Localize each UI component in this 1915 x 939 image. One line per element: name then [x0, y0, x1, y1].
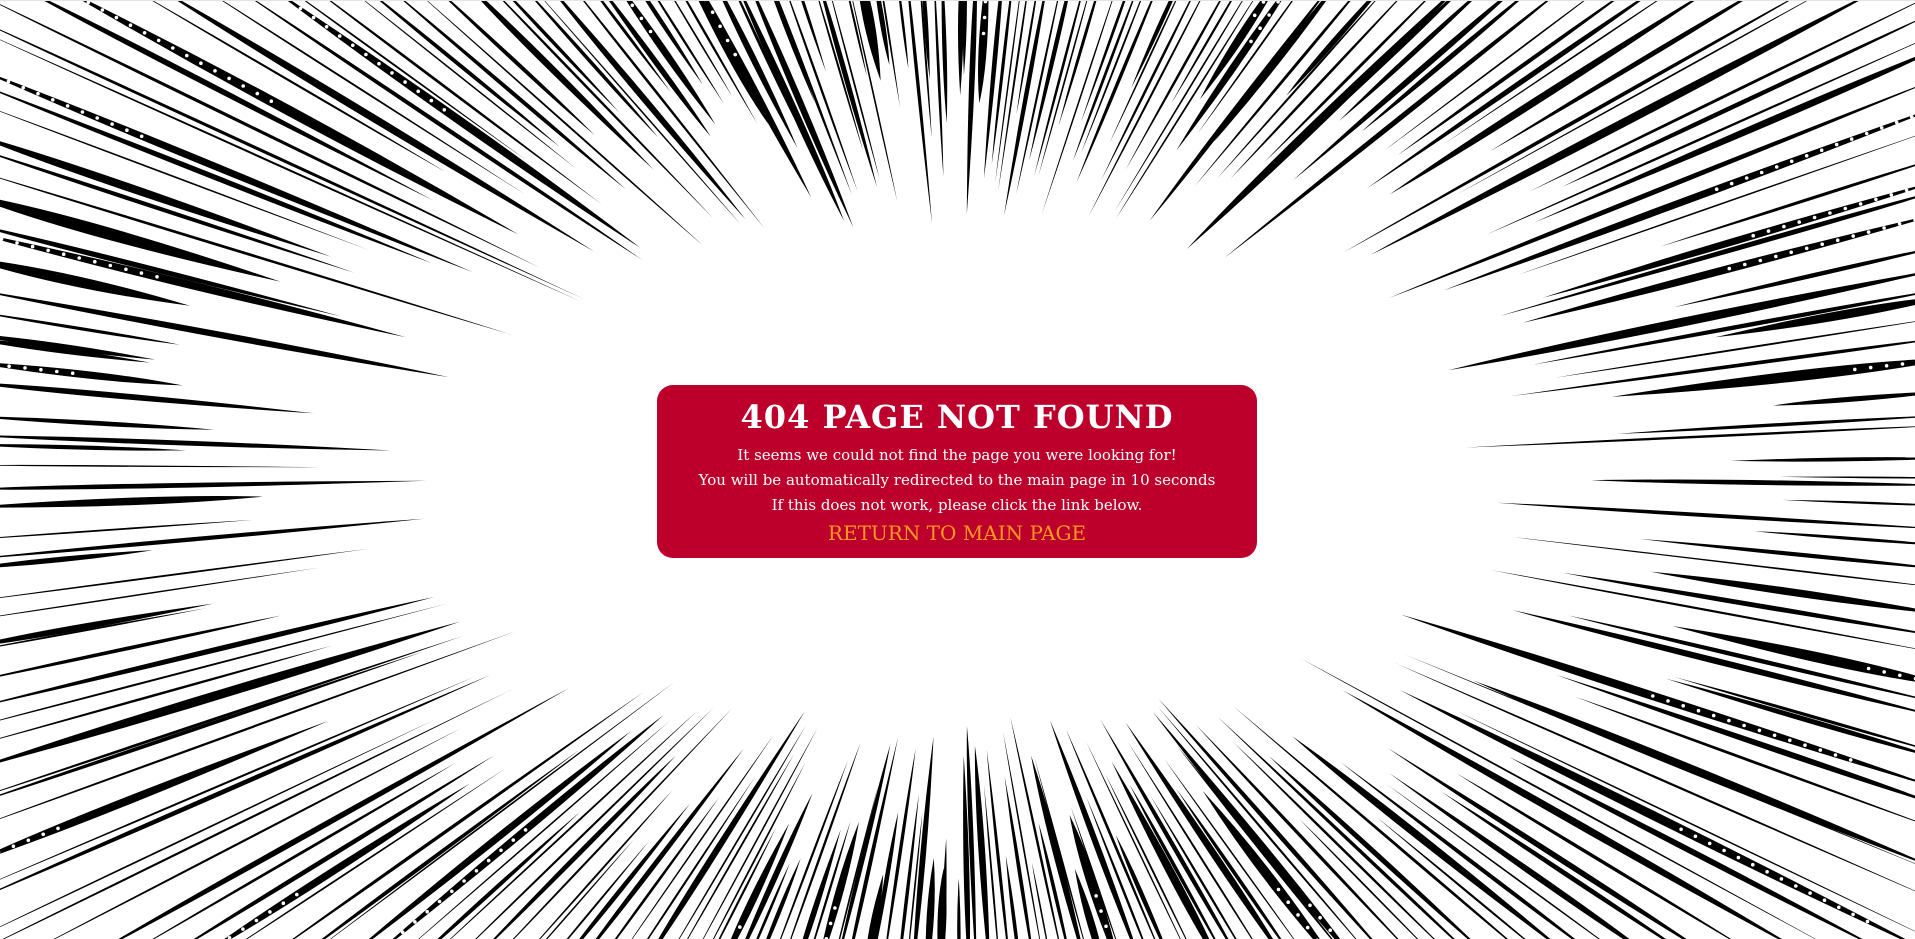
speed-line: [743, 1, 845, 221]
speed-line: [0, 416, 215, 430]
speed-line: [1533, 293, 1915, 365]
speed-line: [0, 518, 424, 558]
speed-line: [82, 1, 519, 235]
speed-line: [0, 363, 183, 386]
page-title: 404 PAGE NOT FOUND: [740, 398, 1174, 436]
speed-line: [991, 1, 1012, 165]
speed-line: [1509, 756, 1863, 939]
speed-line: [1715, 299, 1915, 338]
speed-line: [1779, 476, 1915, 479]
speed-line: [193, 755, 494, 939]
speed-line: [0, 383, 314, 414]
speed-line: [925, 858, 935, 939]
speed-line: [899, 1, 909, 69]
speed-line: [1754, 531, 1915, 545]
speed-line: [1340, 762, 1576, 939]
speed-line: [1443, 1, 1658, 144]
speed-line: [0, 615, 282, 677]
speed-line: [0, 651, 424, 796]
speed-line: [1016, 1, 1037, 115]
speed-line: [0, 550, 153, 568]
speed-line: [1616, 416, 1915, 434]
speed-line: [687, 754, 794, 939]
speed-line: [941, 1, 948, 123]
speed-line: [1666, 678, 1915, 753]
speed-line: [0, 548, 368, 598]
speed-line: [1639, 538, 1915, 568]
speed-line: [0, 495, 263, 508]
fallback-message: If this does not work, please click the …: [771, 496, 1143, 514]
return-to-main-page-link[interactable]: RETURN TO MAIN PAGE: [828, 521, 1086, 545]
speed-line: [1568, 615, 1915, 699]
speed-line: [0, 480, 427, 490]
speed-line: [1081, 1, 1142, 153]
page-background: 404 PAGE NOT FOUND It seems we could not…: [0, 0, 1915, 939]
speed-line: [1486, 43, 1915, 235]
speed-line: [1730, 457, 1915, 462]
speed-line: [974, 745, 990, 939]
speed-line: [1591, 479, 1915, 486]
redirect-message: You will be automatically redirected to …: [698, 471, 1216, 489]
speed-line: [986, 749, 1008, 939]
speed-line: [539, 789, 673, 939]
speed-line: [1465, 426, 1915, 448]
speed-line: [886, 749, 916, 939]
speed-line: [292, 692, 644, 939]
speed-line: [801, 1, 827, 73]
speed-line: [777, 1, 852, 196]
speed-line: [957, 878, 961, 939]
speed-line: [1100, 719, 1229, 939]
speed-line: [962, 1, 967, 76]
speed-line: [1496, 502, 1915, 529]
speed-line: [0, 608, 206, 647]
speed-line: [1233, 706, 1508, 939]
error-card: 404 PAGE NOT FOUND It seems we could not…: [657, 385, 1257, 558]
speed-line: [1782, 499, 1915, 506]
speed-line: [851, 737, 898, 939]
speed-line: [1298, 1, 1451, 145]
speed-line: [958, 1, 964, 96]
speed-line: [1773, 392, 1915, 406]
speed-line: [1269, 756, 1471, 939]
speed-line: [0, 631, 516, 820]
speed-line: [1491, 570, 1915, 649]
speed-line: [1004, 776, 1032, 939]
speed-line: [859, 1, 881, 81]
speed-line: [0, 464, 320, 468]
not-found-message: It seems we could not find the page you …: [737, 446, 1177, 464]
speed-line: [966, 1, 977, 215]
speed-line: [0, 444, 186, 451]
